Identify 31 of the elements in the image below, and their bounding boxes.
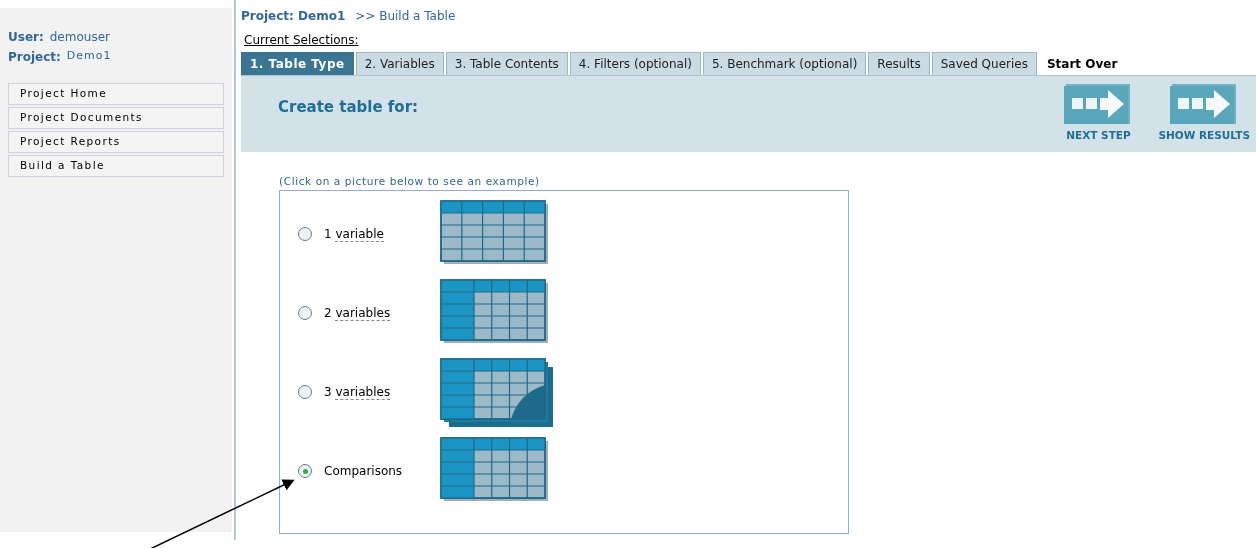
start-over-link[interactable]: Start Over [1038,52,1126,75]
radio-button[interactable] [298,464,312,479]
tab[interactable]: 3. Table Contents [445,52,568,75]
radio-button[interactable] [298,227,312,242]
action-link[interactable]: NEXT STEP [1066,128,1131,144]
hint-text: (Click on a picture below to see an example) [279,174,541,189]
tab[interactable]: Results [868,52,930,75]
tab[interactable]: 4. Filters (optional) [569,52,701,75]
project-name: Demo1 [66,48,112,64]
breadcrumb-project: Project: Demo1 [241,8,346,25]
option-label: 1 variable [324,226,384,244]
user-label: User: [8,29,44,46]
tab[interactable]: 1. Table Type [241,52,354,75]
option-label: Comparisons [324,463,403,481]
current-selections-link[interactable]: Current Selections: [244,31,359,49]
nav-item[interactable]: Build a Table [8,155,224,177]
tab[interactable]: 2. Variables [355,52,444,75]
breadcrumb-path[interactable]: >> Build a Table [355,7,456,25]
radio-button[interactable] [298,385,312,400]
tab[interactable]: Saved Queries [931,52,1037,75]
radio-button[interactable] [298,306,312,321]
nav-item[interactable]: Project Home [8,83,224,105]
nav-item[interactable]: Project Reports [8,131,224,153]
user-name: demouser [49,29,110,46]
action-link[interactable]: SHOW RESULTS [1158,128,1250,144]
option-label: 2 variables [324,305,391,323]
panel-title: Create table for: [278,97,419,118]
tab[interactable]: 5. Benchmark (optional) [702,52,867,75]
nav-item[interactable]: Project Documents [8,107,224,129]
option-label: 3 variables [324,384,391,402]
project-label: Project: [8,49,61,66]
